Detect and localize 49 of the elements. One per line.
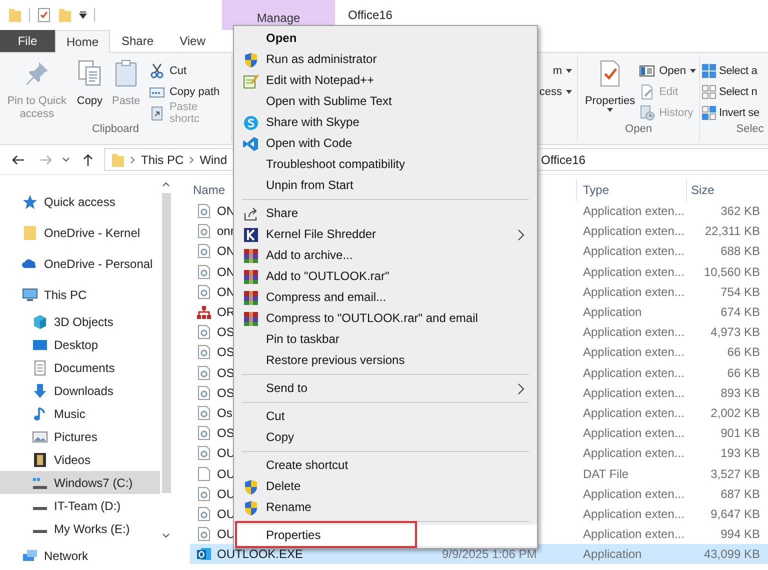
size-cell: 193 KB xyxy=(720,446,760,460)
size-cell: 674 KB xyxy=(720,305,760,320)
size-cell: 362 KB xyxy=(720,204,760,218)
window-title: Office16 xyxy=(347,7,392,24)
size-cell: 3,527 KB xyxy=(710,466,760,481)
type-cell: Application exten... xyxy=(583,284,684,299)
size-cell: 43,099 KB xyxy=(704,547,760,562)
size-cell: 9,647 KB xyxy=(710,506,760,521)
file-name: onr xyxy=(217,224,234,238)
size-cell: 4,973 KB xyxy=(710,325,760,340)
file-name: OUTLOOK.EXE xyxy=(217,547,304,562)
type-cell: Application exten... xyxy=(583,406,684,420)
type-cell: Application exten... xyxy=(583,345,684,360)
type-cell: Application exten... xyxy=(583,244,684,258)
group-label: Clipboard xyxy=(90,123,140,137)
group-label: Selec xyxy=(735,123,765,137)
type-cell: Application exten... xyxy=(583,366,684,380)
size-cell: 2,002 KB xyxy=(710,406,760,420)
size-cell: 994 KB xyxy=(720,527,760,542)
type-cell: Application xyxy=(583,305,642,320)
type-cell: Application exten... xyxy=(583,325,684,340)
size-cell: 688 KB xyxy=(720,244,760,258)
type-cell: Application exten... xyxy=(583,426,684,440)
type-cell: Application exten... xyxy=(583,527,684,542)
type-cell: Application exten... xyxy=(583,506,684,521)
type-cell: Application xyxy=(583,547,642,562)
file-name: Os xyxy=(217,406,232,420)
size-cell: 893 KB xyxy=(720,386,760,400)
date-cell: 9/9/2025 1:06 PM xyxy=(442,547,537,562)
file-name: OS xyxy=(217,386,234,400)
type-cell: Application exten... xyxy=(583,486,684,501)
type-cell: Application exten... xyxy=(583,224,684,238)
size-cell: 687 KB xyxy=(720,486,760,501)
size-cell: 10,560 KB xyxy=(704,264,760,279)
size-cell: 66 KB xyxy=(727,366,760,380)
size-cell: 22,311 KB xyxy=(704,224,760,238)
type-cell: Application exten... xyxy=(583,446,684,460)
size-cell: 66 KB xyxy=(727,345,760,360)
file-name: OS xyxy=(217,426,234,440)
type-cell: DAT File xyxy=(583,466,629,481)
type-cell: Application exten... xyxy=(583,204,684,218)
group-label: Open xyxy=(624,123,653,137)
size-cell: 754 KB xyxy=(720,284,760,299)
file-name: OS xyxy=(217,345,234,360)
file-name: OS xyxy=(217,366,234,380)
type-cell: Application exten... xyxy=(583,386,684,400)
type-cell: Application exten... xyxy=(583,264,684,279)
size-cell: 901 KB xyxy=(720,426,760,440)
file-name: OS xyxy=(217,325,234,340)
